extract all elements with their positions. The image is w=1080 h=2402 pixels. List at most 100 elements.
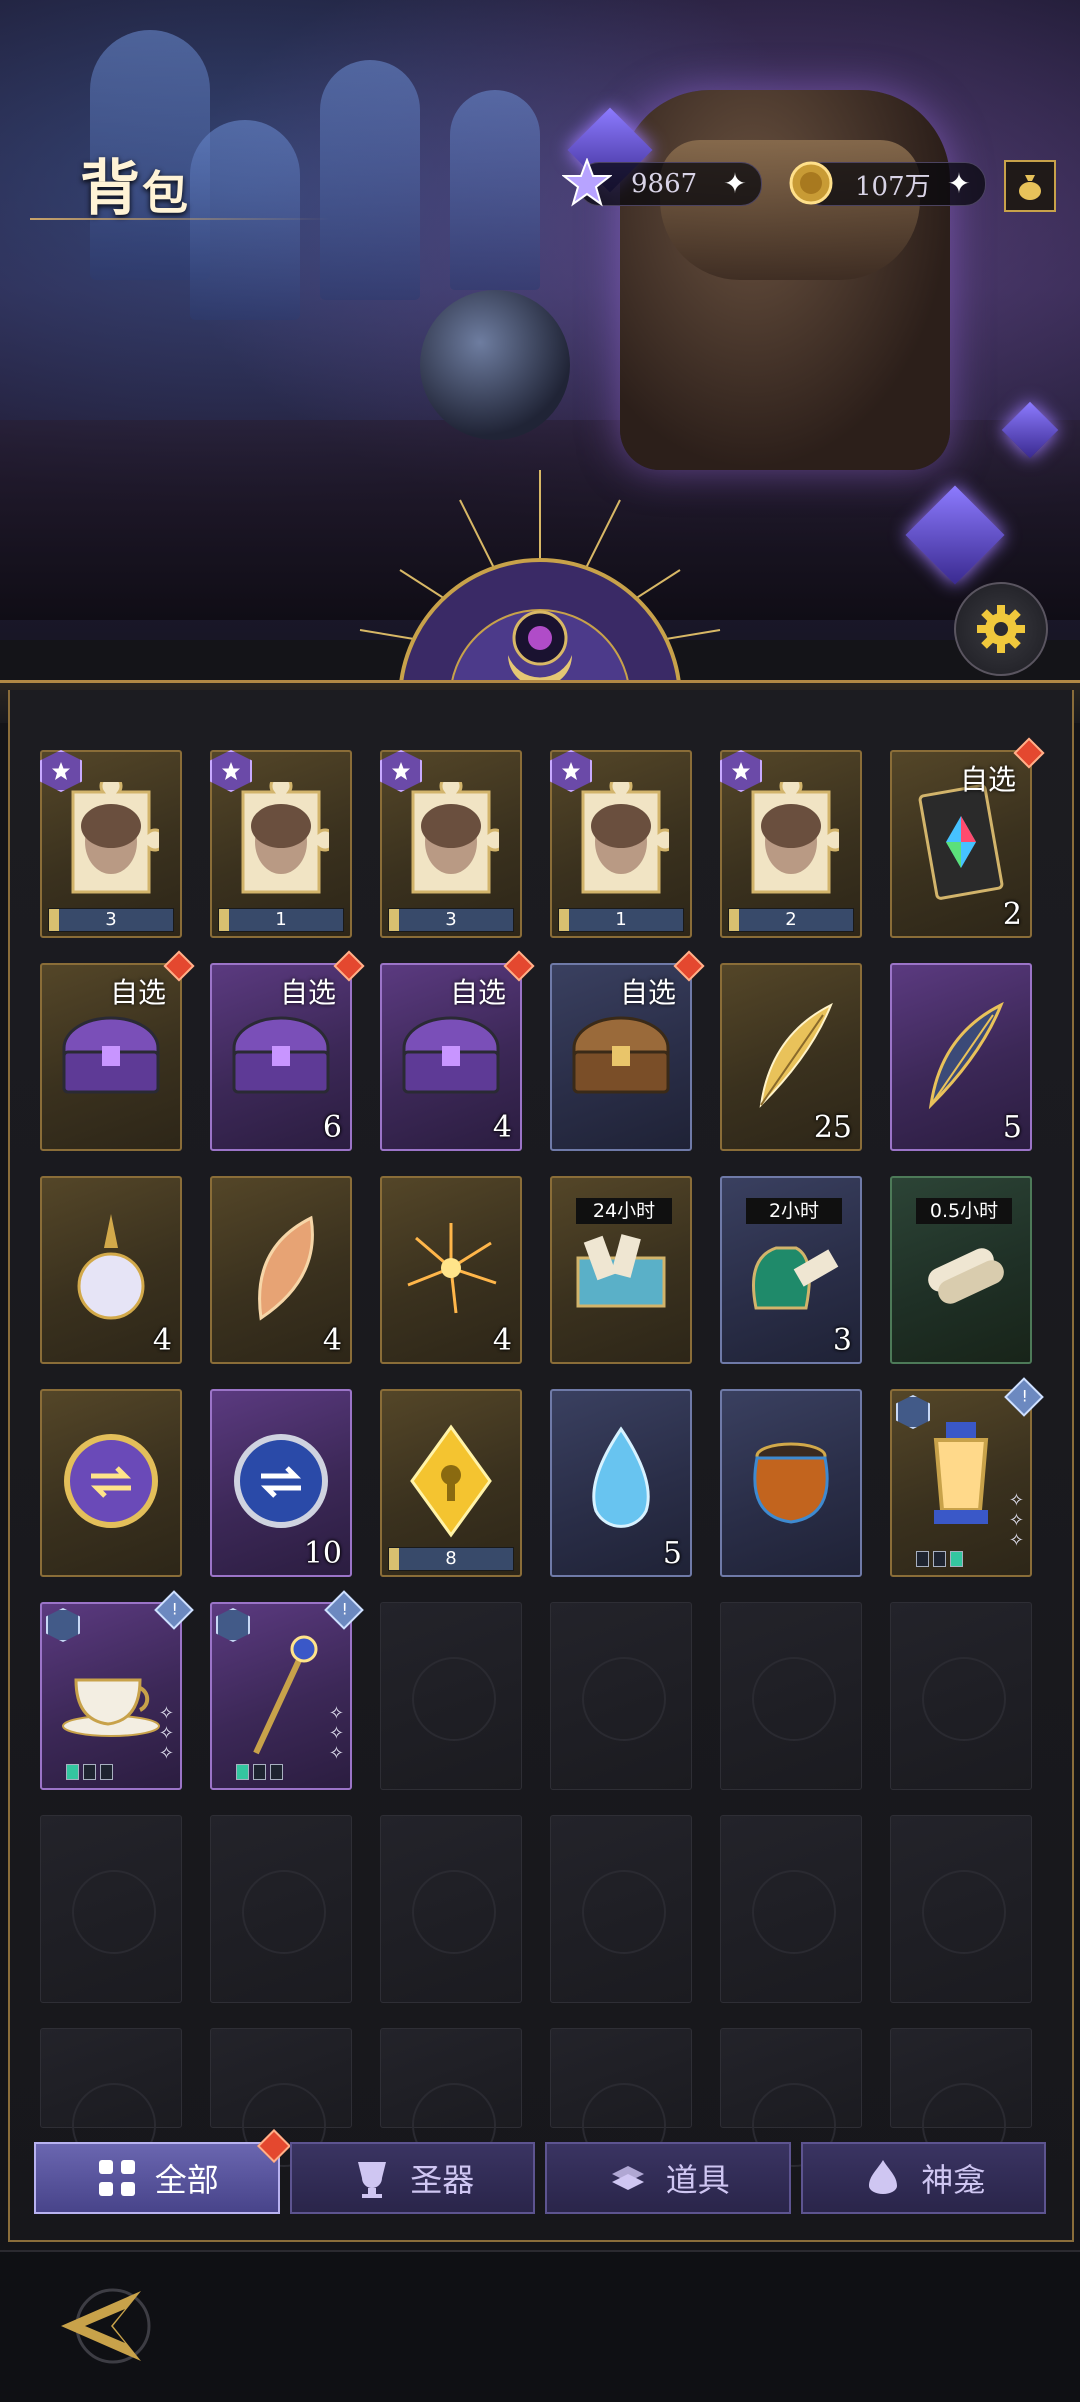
inventory-item[interactable]: 自选 2	[890, 737, 1045, 938]
tab-all[interactable]: 全部	[34, 2129, 291, 2214]
fragment-progress: 3	[388, 908, 514, 932]
inventory-item[interactable]: 4	[210, 1176, 352, 1364]
back-arrow-icon	[61, 2288, 151, 2364]
teacup-icon	[56, 1644, 166, 1748]
inventory-item[interactable]: 5	[890, 963, 1032, 1151]
level-pip	[253, 1764, 266, 1780]
coin-currency: 107万 ✦	[789, 161, 986, 206]
medal-blue-icon	[226, 1426, 336, 1540]
item-count: 4	[322, 1323, 342, 1358]
fragment-count: 1	[615, 909, 627, 930]
stained-window	[320, 60, 420, 300]
add-star-button[interactable]: ✦	[721, 170, 749, 198]
inventory-item[interactable]: 4	[40, 1176, 182, 1364]
tab-label: 圣器	[410, 2161, 475, 2199]
star-rank-icon: ✧ ✧ ✧	[328, 1703, 344, 1764]
inventory-item[interactable]	[720, 1389, 862, 1577]
inventory-item[interactable]: 3	[40, 750, 182, 938]
level-pip	[66, 1764, 79, 1780]
gold-bag-button[interactable]	[1004, 160, 1056, 212]
items-stack-icon	[611, 2166, 644, 2190]
crystal-icon	[406, 1421, 496, 1545]
fragment-progress: 8	[388, 1547, 514, 1571]
item-count: 4	[492, 1323, 512, 1358]
gold-coin-icon	[785, 157, 837, 209]
empty-slot	[890, 2028, 1032, 2167]
level-pip	[916, 1551, 929, 1567]
empty-slot	[380, 2028, 522, 2167]
puzzle-icon	[63, 774, 167, 906]
inventory-item[interactable]: 自选 6	[210, 950, 365, 1151]
item-count: 4	[492, 1110, 512, 1145]
fragment-count: 2	[785, 909, 797, 930]
tab-label: 神龛	[921, 2161, 986, 2199]
inventory-item[interactable]: 25	[720, 963, 862, 1151]
inventory-item[interactable]: ! ✧ ✧ ✧	[890, 1377, 1044, 1577]
level-pip	[950, 1551, 963, 1567]
item-count: 5	[1002, 1110, 1022, 1145]
fragment-progress: 2	[728, 908, 854, 932]
select-tag: 自选	[619, 976, 676, 1009]
level-pip	[933, 1551, 946, 1567]
inventory-item[interactable]: 2	[720, 750, 862, 938]
inventory-item[interactable]: 24小时	[550, 1176, 692, 1364]
card-icon	[916, 782, 1006, 906]
add-coin-button[interactable]: ✦	[945, 170, 973, 198]
inventory-item[interactable]: ! ✧ ✧ ✧	[210, 1590, 364, 1790]
chest-icon	[226, 1010, 336, 1104]
item-count: 4	[152, 1323, 172, 1358]
inventory-item[interactable]	[40, 1389, 182, 1577]
star-rank-icon: ✧ ✧ ✧	[1008, 1490, 1024, 1551]
inventory-item[interactable]: ! ✧ ✧ ✧	[40, 1590, 194, 1790]
select-tag: 自选	[959, 763, 1016, 796]
scroll-icon	[906, 1218, 1016, 1322]
duration-label: 2小时	[746, 1198, 842, 1224]
puzzle-icon	[743, 774, 847, 906]
inventory-item[interactable]: 2小时 3	[720, 1176, 862, 1364]
tab-shrine[interactable]: 神龛	[800, 2142, 1046, 2214]
inventory-item[interactable]: 5	[550, 1389, 692, 1577]
star-crystal-icon	[561, 157, 613, 209]
chest-icon	[396, 1010, 506, 1104]
gold-bag-icon	[1019, 175, 1041, 200]
teapot-decoration	[420, 290, 570, 440]
level-pip	[83, 1764, 96, 1780]
inventory-item[interactable]: 自选	[550, 950, 705, 1151]
empty-slot	[380, 1602, 522, 1790]
fragment-progress: 1	[218, 908, 344, 932]
inventory-item[interactable]: 自选 4	[380, 950, 535, 1151]
tab-items[interactable]: 道具	[545, 2142, 791, 2214]
empty-slot	[890, 1602, 1032, 1790]
scroll-chest-icon	[566, 1218, 676, 1322]
vial-icon	[66, 1208, 156, 1332]
empty-slot	[210, 1815, 352, 2003]
empty-slot	[720, 1602, 862, 1790]
inventory-item[interactable]: 1	[550, 750, 692, 938]
level-pip	[270, 1764, 283, 1780]
medal-icon	[56, 1426, 166, 1540]
stained-window	[450, 90, 540, 290]
puzzle-icon	[573, 774, 677, 906]
back-button[interactable]	[50, 2276, 160, 2376]
duration-label: 0.5小时	[916, 1198, 1012, 1224]
inventory-item[interactable]: 3	[380, 750, 522, 938]
item-count: 5	[662, 1536, 682, 1571]
stained-window	[190, 120, 300, 320]
tab-label: 道具	[665, 2161, 730, 2199]
item-count: 10	[303, 1536, 342, 1571]
tab-relics[interactable]: 圣器	[289, 2142, 535, 2214]
inventory-item[interactable]: 8	[380, 1389, 522, 1577]
inventory-item[interactable]: 0.5小时	[890, 1176, 1032, 1364]
page-title: 背包	[80, 154, 190, 224]
inventory-item[interactable]: 自选	[40, 950, 195, 1151]
inventory-item[interactable]: 4	[380, 1176, 522, 1364]
bottom-bar	[0, 2250, 1080, 2402]
puzzle-icon	[233, 774, 337, 906]
inventory-item[interactable]: 1	[210, 750, 352, 938]
level-pips	[236, 1764, 283, 1780]
item-count: 3	[832, 1323, 852, 1358]
select-tag: 自选	[449, 976, 506, 1009]
settings-button[interactable]	[954, 582, 1048, 676]
scroll-bag-icon	[736, 1218, 846, 1322]
inventory-item[interactable]: 10	[210, 1389, 352, 1577]
